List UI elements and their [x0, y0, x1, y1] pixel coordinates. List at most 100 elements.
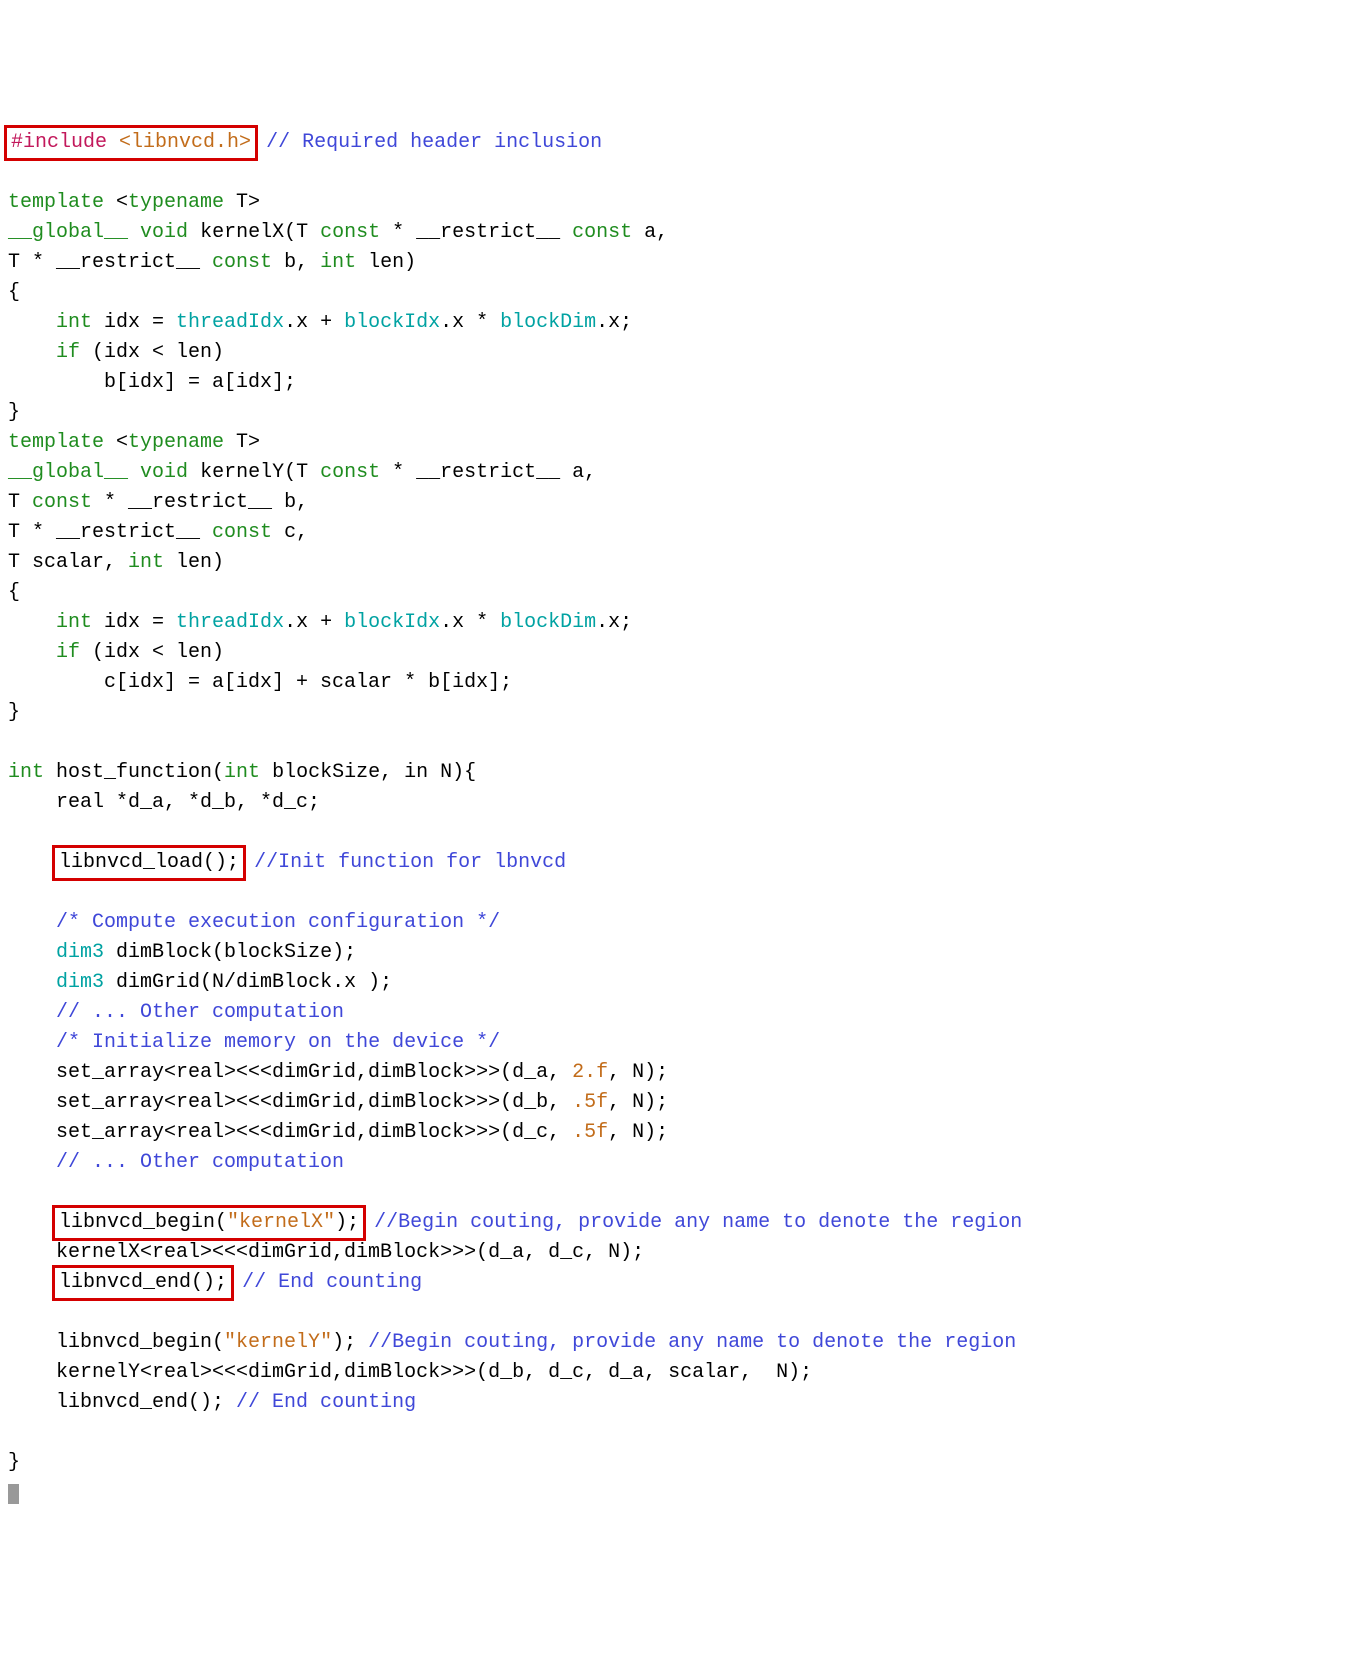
code-text: set_array<real><<<dimGrid,dimBlock>>>(d_…	[8, 1091, 572, 1114]
indent	[8, 1031, 56, 1054]
kw-int: int	[56, 611, 92, 634]
cursor-icon	[8, 1484, 19, 1504]
code-text: T>	[224, 431, 260, 454]
code-text: , N);	[608, 1121, 668, 1144]
kw-const: const	[320, 221, 380, 244]
threadidx: threadIdx	[176, 311, 284, 334]
libnvcd-end-call: libnvcd_end();	[59, 1271, 227, 1294]
indent	[8, 641, 56, 664]
brace-close: }	[8, 401, 20, 424]
highlight-include: #include <libnvcd.h>	[4, 125, 258, 161]
code-text: , N);	[608, 1091, 668, 1114]
comment: // End counting	[242, 1271, 422, 1294]
kw-const: const	[32, 491, 92, 514]
code-text: kernelY(T	[188, 461, 320, 484]
preproc-include: #include	[11, 131, 107, 154]
code-text: set_array<real><<<dimGrid,dimBlock>>>(d_…	[8, 1121, 572, 1144]
comment: // Required header inclusion	[266, 131, 602, 154]
indent	[8, 341, 56, 364]
highlight-libnvcd-end: libnvcd_end();	[52, 1265, 234, 1301]
code-text: T scalar,	[8, 551, 128, 574]
code-text: .x;	[596, 311, 632, 334]
code-text: real *d_a, *d_b, *d_c;	[8, 791, 320, 814]
code-text: <	[104, 191, 128, 214]
indent	[8, 1271, 56, 1294]
kw-global: __global__	[8, 461, 128, 484]
code-text	[128, 221, 140, 244]
code-text: .x +	[284, 611, 344, 634]
kw-template: template	[8, 191, 104, 214]
comment: /* Compute execution configuration */	[56, 911, 500, 934]
indent	[8, 971, 56, 994]
code-text: b,	[272, 251, 320, 274]
kw-const: const	[320, 461, 380, 484]
highlight-libnvcd-load: libnvcd_load();	[52, 845, 246, 881]
code-text: (idx < len)	[80, 641, 224, 664]
code-text: libnvcd_begin(	[8, 1331, 224, 1354]
comment: /* Initialize memory on the device */	[56, 1031, 500, 1054]
code-text: );	[332, 1331, 368, 1354]
number-literal: .5f	[572, 1091, 608, 1114]
kw-if: if	[56, 341, 80, 364]
code-text: kernelX<real><<<dimGrid,dimBlock>>>(d_a,…	[8, 1241, 644, 1264]
code-text: .x *	[440, 311, 500, 334]
kw-typename: typename	[128, 431, 224, 454]
dim3-type: dim3	[56, 941, 104, 964]
comment: // ... Other computation	[56, 1001, 344, 1024]
string-literal: "kernelX"	[227, 1211, 335, 1234]
code-text: dimBlock(blockSize);	[104, 941, 356, 964]
code-text: dimGrid(N/dimBlock.x );	[104, 971, 392, 994]
kw-const: const	[572, 221, 632, 244]
number-literal: 2.f	[572, 1061, 608, 1084]
code-text: c[idx] = a[idx] + scalar * b[idx];	[8, 671, 512, 694]
blockidx: blockIdx	[344, 611, 440, 634]
comment: //Begin couting, provide any name to den…	[368, 1331, 1016, 1354]
code-text: len)	[164, 551, 224, 574]
code-text: idx =	[92, 611, 176, 634]
code-text: set_array<real><<<dimGrid,dimBlock>>>(d_…	[8, 1061, 572, 1084]
code-text: blockSize, in N){	[260, 761, 476, 784]
kw-if: if	[56, 641, 80, 664]
code-text: len)	[356, 251, 416, 274]
code-text	[128, 461, 140, 484]
indent	[8, 611, 56, 634]
code-text: * __restrict__ b,	[92, 491, 308, 514]
kw-void: void	[140, 221, 188, 244]
threadidx: threadIdx	[176, 611, 284, 634]
indent	[8, 851, 56, 874]
kw-const: const	[212, 521, 272, 544]
space	[242, 851, 254, 874]
code-text: .x +	[284, 311, 344, 334]
blockidx: blockIdx	[344, 311, 440, 334]
code-text: .x *	[440, 611, 500, 634]
kw-global: __global__	[8, 221, 128, 244]
highlight-libnvcd-begin: libnvcd_begin("kernelX");	[52, 1205, 366, 1241]
space	[362, 1211, 374, 1234]
code-text: kernelY<real><<<dimGrid,dimBlock>>>(d_b,…	[8, 1361, 812, 1384]
code-text: b[idx] = a[idx];	[8, 371, 296, 394]
include-target: <libnvcd.h>	[107, 131, 251, 154]
code-text: kernelX(T	[188, 221, 320, 244]
indent	[8, 1211, 56, 1234]
brace-open: {	[8, 581, 20, 604]
code-text: (idx < len)	[80, 341, 224, 364]
indent	[8, 311, 56, 334]
space	[230, 1271, 242, 1294]
indent	[8, 1001, 56, 1024]
dim3-type: dim3	[56, 971, 104, 994]
comment: //Begin couting, provide any name to den…	[374, 1211, 1022, 1234]
code-text: idx =	[92, 311, 176, 334]
kw-typename: typename	[128, 191, 224, 214]
indent	[8, 1151, 56, 1174]
comment: // ... Other computation	[56, 1151, 344, 1174]
code-text: * __restrict__	[380, 221, 572, 244]
comment: //Init function for lbnvcd	[254, 851, 566, 874]
code-text: );	[335, 1211, 359, 1234]
kw-int: int	[224, 761, 260, 784]
code-text: <	[104, 431, 128, 454]
kw-int: int	[8, 761, 44, 784]
code-text: libnvcd_end();	[8, 1391, 236, 1414]
kw-int: int	[128, 551, 164, 574]
brace-close: }	[8, 1451, 20, 1474]
code-text: T * __restrict__	[8, 251, 212, 274]
